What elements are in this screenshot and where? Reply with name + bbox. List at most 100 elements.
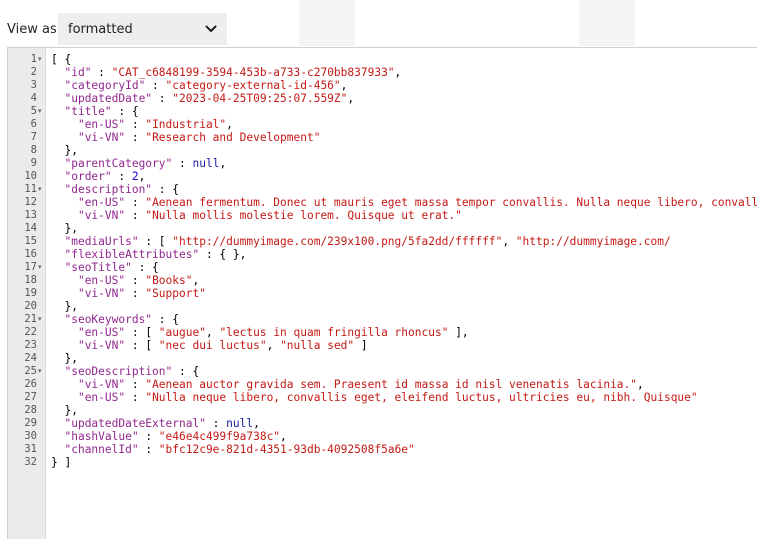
- code-punctuation: [51, 261, 64, 274]
- code-line: 9 "parentCategory" : null,: [8, 157, 757, 170]
- code-line: 15 "mediaUrls" : [ "http://dummyimage.co…: [8, 235, 757, 248]
- code-text: "vi-VN" : "Research and Development": [51, 131, 321, 144]
- json-string: "Nulla mollis molestie lorem. Quisque ut…: [145, 209, 462, 222]
- code-punctuation: : [: [138, 235, 173, 248]
- code-lines: 1 ▾[ {2 "id" : "CAT_c6848199-3594-453b-a7…: [8, 53, 757, 469]
- code-line: 25 ▾ "seoDescription" : {: [8, 365, 757, 378]
- view-as-select[interactable]: formatted: [58, 13, 227, 45]
- code-line: 32} ]: [8, 456, 757, 469]
- line-number: 4: [30, 92, 37, 104]
- json-null: null: [226, 417, 254, 430]
- fold-toggle-icon[interactable]: ▾: [38, 365, 45, 378]
- json-key: "id": [64, 66, 92, 79]
- code-line: 1 ▾ [ {: [8, 53, 757, 66]
- code-punctuation: [51, 118, 78, 131]
- code-line: 28 },: [8, 404, 757, 417]
- code-punctuation: :: [111, 170, 132, 183]
- json-string: "e46e4c499f9a738c": [158, 430, 281, 443]
- json-key: "mediaUrls": [64, 235, 139, 248]
- json-string: "http://dummyimage.com/239x100.png/5fa2d…: [172, 235, 503, 248]
- chevron-down-icon: [205, 25, 217, 32]
- code-line: 30 "hashValue" : "e46e4c499f9a738c",: [8, 430, 757, 443]
- code-punctuation: ,: [502, 235, 516, 248]
- line-number: 22: [24, 326, 37, 338]
- json-key: "order": [64, 170, 112, 183]
- json-key: "vi-VN": [77, 378, 126, 391]
- code-punctuation: :: [205, 417, 227, 430]
- code-text: "hashValue" : "e46e4c499f9a738c",: [51, 430, 286, 443]
- code-punctuation: },: [51, 352, 78, 365]
- json-key: "title": [64, 105, 112, 118]
- code-line: 22 "en-US" : [ "augue", "lectus in quam …: [8, 326, 757, 339]
- code-text: "categoryId" : "category-external-id-456…: [51, 79, 347, 92]
- line-number: 5: [30, 105, 37, 117]
- json-string: "nec dui luctus": [158, 339, 267, 352]
- fold-toggle-icon[interactable]: ▾: [38, 183, 45, 196]
- json-key: "seoTitle": [64, 261, 132, 274]
- code-text: "en-US" : "Books",: [51, 274, 199, 287]
- json-key: "vi-VN": [77, 131, 126, 144]
- code-text: },: [51, 352, 78, 365]
- json-string: "Nulla neque libero, convallis eget, ele…: [145, 391, 698, 404]
- line-number: 30: [24, 430, 37, 442]
- code-punctuation: ,: [266, 339, 281, 352]
- json-key: "en-US": [77, 326, 126, 339]
- line-number: 11: [24, 183, 37, 195]
- line-number: 16: [24, 248, 37, 260]
- fold-toggle-icon[interactable]: ▾: [38, 313, 45, 326]
- code-line: 14 },: [8, 222, 757, 235]
- code-punctuation: },: [51, 144, 78, 157]
- fold-toggle-icon[interactable]: ▾: [38, 261, 45, 274]
- line-number: 14: [24, 222, 37, 234]
- code-punctuation: ,: [226, 118, 233, 131]
- code-punctuation: ,: [637, 378, 644, 391]
- code-punctuation: ,: [253, 417, 260, 430]
- code-punctuation: [51, 196, 78, 209]
- code-text: "vi-VN" : "Support": [51, 287, 206, 300]
- code-line: 17 ▾ "seoTitle" : {: [8, 261, 757, 274]
- code-punctuation: [51, 92, 64, 105]
- code-line: 20 },: [8, 300, 757, 313]
- line-number: 3: [30, 79, 37, 91]
- fold-toggle-icon[interactable]: ▾: [38, 53, 45, 66]
- line-number: 13: [24, 209, 37, 221]
- code-line: 11 ▾ "description" : {: [8, 183, 757, 196]
- json-string: "Research and Development": [145, 131, 321, 144]
- code-punctuation: : {: [131, 261, 159, 274]
- code-punctuation: :: [145, 79, 166, 92]
- json-key: "seoKeywords": [64, 313, 153, 326]
- json-null: null: [192, 157, 220, 170]
- code-punctuation: ,: [394, 66, 402, 79]
- code-line: 8 },: [8, 144, 757, 157]
- json-string: "nulla sed": [280, 339, 355, 352]
- json-string: "Books": [145, 274, 193, 287]
- line-number: 8: [30, 144, 37, 156]
- code-punctuation: [51, 235, 64, 248]
- code-punctuation: :: [125, 118, 146, 131]
- line-number: 17: [24, 261, 37, 273]
- code-punctuation: [51, 131, 78, 144]
- code-text: "en-US" : "Nulla neque libero, convallis…: [51, 391, 698, 404]
- code-text: "en-US" : "Aenean fermentum. Donec ut ma…: [51, 196, 757, 209]
- code-punctuation: [51, 274, 78, 287]
- code-punctuation: :: [91, 66, 112, 79]
- code-text: "vi-VN" : "Aenean auctor gravida sem. Pr…: [51, 378, 644, 391]
- code-text: "seoKeywords" : {: [51, 313, 179, 326]
- json-editor[interactable]: 1 ▾[ {2 "id" : "CAT_c6848199-3594-453b-a7…: [7, 47, 757, 539]
- code-punctuation: [51, 157, 64, 170]
- json-string: "Support": [145, 287, 206, 300]
- json-key: "seoDescription": [64, 365, 173, 378]
- fold-toggle-icon[interactable]: ▾: [38, 105, 45, 118]
- code-text: },: [51, 222, 77, 235]
- code-punctuation: [ {: [51, 53, 72, 66]
- json-string: "bfc12c9e-821d-4351-93db-4092508f5a6e": [158, 443, 415, 456]
- line-number: 26: [24, 378, 37, 390]
- code-punctuation: [51, 79, 64, 92]
- json-string: "2023-04-25T09:25:07.559Z": [172, 92, 348, 105]
- code-punctuation: } ]: [51, 456, 72, 469]
- code-text: "en-US" : [ "augue", "lectus in quam fri…: [51, 326, 469, 339]
- code-punctuation: :: [138, 430, 159, 443]
- code-line: 18 "en-US" : "Books",: [8, 274, 757, 287]
- code-punctuation: [51, 287, 78, 300]
- code-text: [ {: [51, 53, 71, 66]
